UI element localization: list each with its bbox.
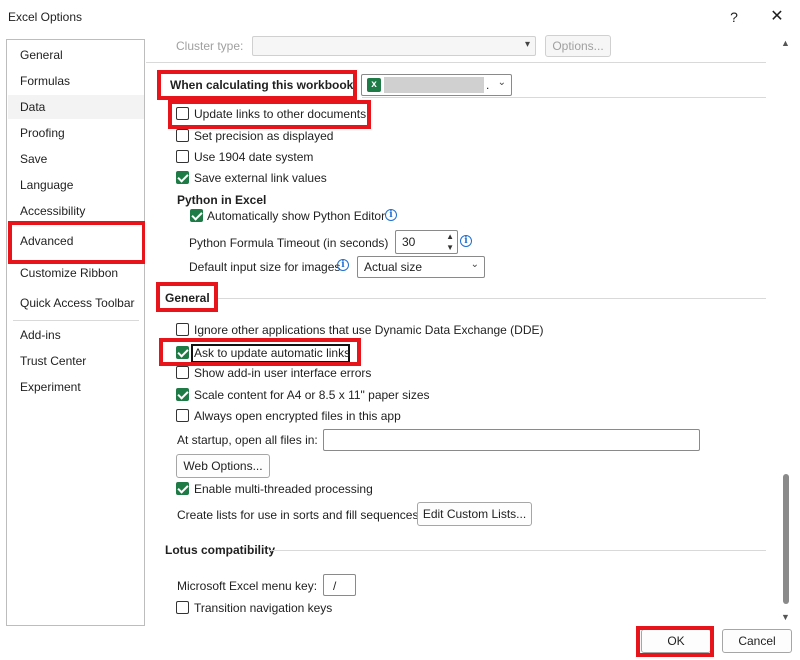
sidebar-item-experiment[interactable]: Experiment: [8, 375, 144, 399]
default-input-size-label: Default input size for images: [189, 260, 341, 274]
use-1904-label: Use 1904 date system: [194, 150, 314, 164]
sidebar-item-customize-ribbon[interactable]: Customize Ribbon: [8, 261, 144, 285]
web-options-button[interactable]: Web Options...: [176, 454, 270, 478]
python-timeout-label: Python Formula Timeout (in seconds): [189, 236, 389, 250]
always-open-encrypted-label: Always open encrypted files in this app: [194, 409, 401, 423]
menu-key-value: /: [333, 579, 337, 593]
sidebar-item-general[interactable]: General: [8, 43, 144, 67]
scrollbar-thumb[interactable]: [783, 474, 789, 604]
ignore-dde-label: Ignore other applications that use Dynam…: [194, 323, 544, 337]
multi-threaded-label: Enable multi-threaded processing: [194, 482, 373, 496]
info-icon[interactable]: i: [460, 235, 472, 247]
startup-folder-label: At startup, open all files in:: [177, 433, 318, 447]
ok-highlight-box: [636, 626, 714, 657]
workbook-select-dropdown[interactable]: x . ⌄: [361, 74, 512, 96]
create-lists-label: Create lists for use in sorts and fill s…: [177, 508, 422, 522]
ask-update-links-highlight-box: [159, 338, 361, 366]
transition-nav-keys-label: Transition navigation keys: [194, 601, 333, 615]
python-timeout-value: 30: [402, 235, 416, 249]
chevron-down-icon: ⌄: [470, 259, 479, 270]
section-divider: [270, 550, 766, 551]
title-bar: Excel Options ? ✕: [0, 0, 800, 34]
sidebar-item-accessibility[interactable]: Accessibility: [8, 199, 144, 223]
edit-custom-lists-button[interactable]: Edit Custom Lists...: [417, 502, 532, 526]
scroll-down-icon[interactable]: ▼: [781, 612, 790, 622]
scale-content-label: Scale content for A4 or 8.5 x 11" paper …: [194, 388, 430, 402]
transition-nav-keys-checkbox[interactable]: [176, 601, 189, 614]
sidebar-item-formulas[interactable]: Formulas: [8, 69, 144, 93]
set-precision-label: Set precision as displayed: [194, 129, 334, 143]
window-title: Excel Options: [8, 10, 83, 24]
sidebar-divider: [13, 320, 139, 321]
default-input-size-dropdown[interactable]: Actual size ⌄: [357, 256, 485, 278]
sidebar-item-proofing[interactable]: Proofing: [8, 121, 144, 145]
cluster-options-button: Options...: [545, 35, 611, 57]
startup-folder-input[interactable]: [323, 429, 700, 451]
sidebar-item-quick-access-toolbar[interactable]: Quick Access Toolbar: [8, 291, 144, 315]
advanced-highlight-box: [8, 221, 146, 264]
cluster-type-label: Cluster type:: [176, 39, 244, 53]
sidebar-item-language[interactable]: Language: [8, 173, 144, 197]
always-open-encrypted-checkbox[interactable]: [176, 409, 189, 422]
calc-heading-highlight-box: [157, 70, 357, 100]
cancel-button[interactable]: Cancel: [722, 629, 792, 653]
save-external-links-checkbox[interactable]: [176, 171, 189, 184]
show-addin-errors-checkbox[interactable]: [176, 366, 189, 379]
python-in-excel-heading: Python in Excel: [177, 193, 267, 207]
set-precision-checkbox[interactable]: [176, 129, 189, 142]
auto-show-python-editor-checkbox[interactable]: [190, 209, 203, 222]
update-links-highlight-box: [168, 100, 371, 129]
save-external-links-label: Save external link values: [194, 171, 327, 185]
close-icon[interactable]: ✕: [764, 6, 790, 28]
options-sidebar: General Formulas Data Proofing Save Lang…: [6, 39, 145, 626]
sidebar-item-data[interactable]: Data: [8, 95, 144, 119]
multi-threaded-checkbox[interactable]: [176, 482, 189, 495]
info-icon[interactable]: i: [337, 259, 349, 271]
show-addin-errors-label: Show add-in user interface errors: [194, 366, 372, 380]
chevron-down-icon: ▾: [524, 39, 530, 50]
info-icon[interactable]: i: [385, 209, 397, 221]
sidebar-item-save[interactable]: Save: [8, 147, 144, 171]
lotus-compatibility-heading: Lotus compatibility: [165, 543, 276, 557]
ignore-dde-checkbox[interactable]: [176, 323, 189, 336]
help-icon[interactable]: ?: [724, 6, 744, 28]
general-heading-highlight-box: [156, 282, 218, 312]
scroll-up-icon[interactable]: ▲: [781, 38, 790, 48]
chevron-down-icon: ⌄: [497, 77, 506, 88]
use-1904-checkbox[interactable]: [176, 150, 189, 163]
sidebar-item-trust-center[interactable]: Trust Center: [8, 349, 144, 373]
scale-content-checkbox[interactable]: [176, 388, 189, 401]
workbook-name-suffix: .: [486, 78, 490, 92]
menu-key-label: Microsoft Excel menu key:: [177, 579, 318, 593]
vertical-scrollbar[interactable]: ▲ ▼: [778, 38, 794, 626]
sidebar-item-add-ins[interactable]: Add-ins: [8, 323, 144, 347]
section-divider: [146, 62, 766, 63]
section-divider: [362, 97, 766, 98]
cluster-type-dropdown: ▾: [252, 36, 536, 56]
redacted-workbook-name: [384, 77, 484, 93]
excel-icon: x: [367, 78, 381, 92]
default-input-size-value: Actual size: [364, 260, 423, 274]
python-timeout-spinner[interactable]: 30 ▲ ▼: [395, 230, 458, 254]
auto-show-python-editor-label: Automatically show Python Editor: [207, 209, 386, 223]
section-divider: [218, 298, 766, 299]
menu-key-input[interactable]: /: [323, 574, 356, 596]
spinner-arrows-icon[interactable]: ▲ ▼: [446, 231, 454, 253]
